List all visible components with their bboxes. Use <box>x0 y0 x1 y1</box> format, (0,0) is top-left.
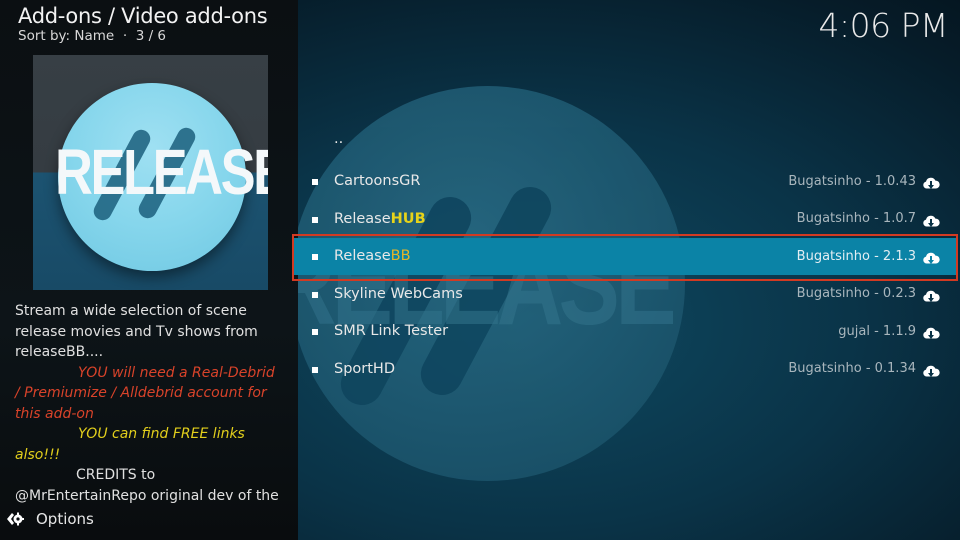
list-item[interactable]: SMR Link Tester gujal - 1.1.9 <box>294 313 958 351</box>
desc-note: also!!! <box>15 446 61 463</box>
addon-author-version: gujal - 1.1.9 <box>838 323 916 339</box>
desc-warning: YOU will need a Real-Debrid <box>78 364 275 381</box>
bullet-icon <box>312 216 318 223</box>
addon-name-plain: CartoonsGR <box>334 173 421 190</box>
bullet-icon <box>312 329 318 336</box>
bullet-icon <box>312 366 318 373</box>
sort-label: Sort by: Name <box>18 28 115 44</box>
addon-author-version: Bugatsinho - 0.1.34 <box>788 361 916 377</box>
sort-status: Sort by: Name · 3 / 6 <box>18 28 166 44</box>
addon-name: Skyline WebCams <box>334 286 463 302</box>
cloud-download-icon[interactable] <box>922 363 940 377</box>
list-item-parent[interactable]: .. <box>294 125 958 163</box>
list-item[interactable]: Skyline WebCams Bugatsinho - 0.2.3 <box>294 275 958 313</box>
addon-author-version: Bugatsinho - 2.1.3 <box>796 248 916 264</box>
cloud-download-icon[interactable] <box>922 325 940 340</box>
addon-name-plain: SportHD <box>334 360 395 377</box>
thumbnail-logo-text: RELEASE <box>55 136 268 208</box>
addon-name-highlight: HUB <box>390 210 426 227</box>
list-item[interactable]: ReleaseBB Bugatsinho - 2.1.3 <box>294 237 958 275</box>
breadcrumb-title: Add-ons / Video add-ons <box>18 4 268 28</box>
options-label: Options <box>36 510 94 528</box>
desc-warning: this add-on <box>15 405 94 422</box>
cloud-download-icon[interactable] <box>922 250 940 265</box>
addon-name-highlight: BB <box>390 248 411 265</box>
list-item[interactable]: SportHD Bugatsinho - 0.1.34 <box>294 350 958 388</box>
desc-warning: / Premiumize / Alldebrid account for <box>15 385 267 401</box>
cloud-download-icon[interactable] <box>922 288 940 302</box>
list-item[interactable]: ReleaseHUB Bugatsinho - 1.0.7 <box>294 200 958 238</box>
separator: · <box>122 28 128 44</box>
bullet-icon <box>312 254 318 261</box>
info-panel: Add-ons / Video add-ons Sort by: Name · … <box>0 0 298 540</box>
addon-description: Stream a wide selection of scene release… <box>15 301 290 506</box>
addon-name-plain: SMR Link Tester <box>334 323 449 340</box>
options-button[interactable]: Options <box>6 510 94 528</box>
cloud-download-icon[interactable] <box>922 213 940 227</box>
addon-author-version: Bugatsinho - 0.2.3 <box>796 286 916 302</box>
clock: 4:06 PM <box>818 6 949 45</box>
addon-name-plain: Skyline WebCams <box>334 285 463 302</box>
bullet-icon <box>312 179 318 186</box>
addon-name: SMR Link Tester <box>334 323 448 339</box>
parent-folder-label: .. <box>334 131 344 147</box>
addon-author-version: Bugatsinho - 1.0.43 <box>788 173 916 189</box>
addon-thumbnail: RELEASE <box>33 55 268 290</box>
item-position: 3 / 6 <box>135 28 167 44</box>
addon-name-plain: Release <box>334 248 391 265</box>
addon-name: ReleaseHUB <box>334 211 426 227</box>
addon-name-plain: Release <box>334 210 391 227</box>
addon-list: .. CartoonsGR Bugatsinho - 1.0.43 ReleaseH… <box>294 125 958 388</box>
desc-note: YOU can find FREE links <box>78 426 245 442</box>
desc-credits: @MrEntertainRepo original dev of the <box>15 487 279 504</box>
bullet-icon <box>312 291 318 298</box>
desc-credits: CREDITS to <box>76 467 156 483</box>
list-item[interactable]: CartoonsGR Bugatsinho - 1.0.43 <box>294 163 958 201</box>
addon-name: CartoonsGR <box>334 173 420 189</box>
desc-line: Stream a wide selection of scene <box>15 303 247 319</box>
desc-line: release movies and Tv shows from <box>15 323 258 340</box>
cloud-download-icon[interactable] <box>922 175 940 190</box>
options-gear-icon <box>7 512 24 526</box>
addon-author-version: Bugatsinho - 1.0.7 <box>796 211 916 227</box>
addon-name: ReleaseBB <box>334 248 411 264</box>
desc-line: releaseBB.... <box>15 344 104 360</box>
addon-name: SportHD <box>334 361 395 377</box>
